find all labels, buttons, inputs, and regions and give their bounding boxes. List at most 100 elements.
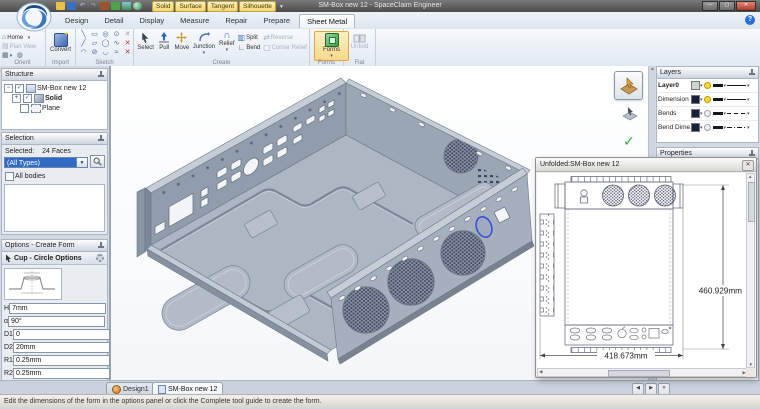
tab-design[interactable]: Design: [58, 14, 95, 28]
checkbox-unchecked[interactable]: [5, 172, 14, 181]
layer-row-bends[interactable]: Bends ▾ ▾ ▾: [657, 107, 758, 121]
corner-relief-button[interactable]: ▢Corner Relief: [263, 43, 307, 52]
curve-tool-icon[interactable]: ≈: [111, 48, 122, 57]
selection-panel-header[interactable]: Selection: [1, 132, 108, 145]
tool-guide-secondary[interactable]: [619, 104, 640, 122]
unfold-button[interactable]: Unfold: [346, 30, 373, 50]
all-bodies-option[interactable]: All bodies: [4, 171, 105, 181]
unfolded-drawing-area[interactable]: 460.929mm 418.673mm ▲▼ ◀▶: [537, 173, 755, 377]
pin-icon[interactable]: [98, 135, 104, 142]
toggle-surface[interactable]: Surface: [175, 1, 205, 12]
relief-button[interactable]: ∩ Relief ▾: [217, 30, 236, 53]
chevron-down-icon[interactable]: ▾: [700, 83, 703, 89]
expand-icon[interactable]: +: [12, 94, 21, 103]
field-input-alpha[interactable]: [8, 316, 105, 327]
chevron-down-icon[interactable]: ▾: [724, 83, 727, 89]
chevron-down-icon[interactable]: ▾: [747, 97, 750, 103]
split-line-tool-icon[interactable]: ✕: [122, 39, 133, 48]
tab-prepare[interactable]: Prepare: [256, 14, 297, 28]
redo-icon[interactable]: ↷: [89, 2, 98, 10]
tool-guide-select-face[interactable]: [614, 71, 643, 100]
pin-icon[interactable]: [98, 242, 104, 249]
line-style[interactable]: [727, 113, 746, 114]
line-style[interactable]: [727, 127, 746, 128]
horizontal-scrollbar[interactable]: ◀▶: [537, 368, 748, 377]
scroll-thumb[interactable]: [748, 182, 755, 222]
tree-item-solid[interactable]: + ✓ Solid: [3, 93, 106, 103]
field-input-D2[interactable]: [13, 342, 110, 353]
spaceclaim-logo[interactable]: [15, 2, 53, 32]
checkbox-checked[interactable]: ✓: [23, 94, 32, 103]
tab-sheet-metal[interactable]: Sheet Metal: [299, 14, 355, 28]
save-icon[interactable]: [67, 2, 76, 10]
ellipse-tool-icon[interactable]: ◯: [100, 39, 111, 48]
scroll-thumb[interactable]: [608, 370, 670, 377]
reverse-button[interactable]: ⇄Reverse: [263, 33, 307, 42]
globe-icon[interactable]: ◍: [17, 52, 23, 59]
bend-button[interactable]: ∟Bend: [238, 43, 263, 52]
pin-icon[interactable]: [98, 71, 104, 78]
line-style[interactable]: [727, 85, 746, 86]
layer-color-swatch[interactable]: [691, 81, 700, 90]
layer-color-swatch[interactable]: [691, 95, 700, 104]
convert-button[interactable]: + Convert: [48, 30, 73, 53]
chevron-down-icon[interactable]: ▼: [279, 4, 284, 10]
vertical-scrollbar[interactable]: ▲▼: [746, 173, 755, 368]
close-button[interactable]: ✕: [736, 1, 756, 11]
open-icon[interactable]: [56, 2, 65, 10]
chevron-down-icon[interactable]: ▾: [724, 97, 727, 103]
line-style[interactable]: [727, 99, 746, 100]
image-icon[interactable]: [122, 2, 131, 10]
field-input-R1[interactable]: [13, 355, 110, 366]
maximize-button[interactable]: ▢: [719, 1, 735, 11]
chevron-down-icon[interactable]: ▾: [700, 111, 703, 117]
spline-tool-icon[interactable]: ∿: [111, 39, 122, 48]
minimize-button[interactable]: —: [702, 1, 718, 11]
tab-detail[interactable]: Detail: [97, 14, 130, 28]
layers-panel-header[interactable]: Layers: [656, 66, 759, 79]
layer-color-swatch[interactable]: [691, 109, 700, 118]
unfolded-window-titlebar[interactable]: Unfolded:SM-Box new 12 ✕: [536, 158, 756, 172]
line-weight[interactable]: [713, 84, 723, 87]
field-input-H[interactable]: [9, 303, 106, 314]
visibility-bulb-icon[interactable]: [704, 82, 711, 89]
center-circle-tool-icon[interactable]: ⊙: [111, 30, 122, 39]
pin-icon[interactable]: [749, 69, 755, 76]
visibility-bulb-icon[interactable]: [704, 96, 711, 103]
style-icon[interactable]: [111, 2, 120, 10]
tab-repair[interactable]: Repair: [218, 14, 254, 28]
line-tool-icon[interactable]: ╲: [78, 30, 89, 39]
toggle-tangent[interactable]: Tangent: [207, 1, 238, 12]
sweep-arc-tool-icon[interactable]: ◡: [100, 48, 111, 57]
split-button[interactable]: ▥Split: [238, 33, 263, 42]
slot-tool-icon[interactable]: ⊘: [89, 48, 100, 57]
circle-tool-icon[interactable]: ◎: [100, 30, 111, 39]
line-weight[interactable]: [713, 126, 723, 129]
chevron-down-icon[interactable]: ▾: [700, 97, 703, 103]
checkbox-unchecked[interactable]: [20, 104, 29, 113]
chevron-down-icon[interactable]: ▾: [747, 111, 750, 117]
select-button[interactable]: Select: [136, 30, 155, 51]
trim-tool-icon[interactable]: ✕: [122, 30, 133, 39]
tree-item-plane[interactable]: Plane: [3, 103, 106, 113]
chevron-down-icon[interactable]: ▾: [724, 111, 727, 117]
selection-list[interactable]: [4, 184, 105, 232]
junction-button[interactable]: Junction ▾: [192, 30, 217, 56]
pin-icon[interactable]: [749, 150, 755, 157]
construction-tool-icon[interactable]: ✕: [122, 48, 133, 57]
pull-button[interactable]: Pull: [156, 30, 172, 51]
undo-icon[interactable]: ↶: [78, 2, 87, 10]
visibility-bulb-icon[interactable]: [704, 110, 711, 117]
layer-color-swatch[interactable]: [691, 123, 700, 132]
options-panel-header[interactable]: Options - Create Form: [1, 239, 108, 252]
arc-tool-icon[interactable]: ◠: [78, 48, 89, 57]
layer-row-dimension[interactable]: Dimension ▾ ▾ ▾: [657, 93, 758, 107]
toggle-solid[interactable]: Solid: [152, 1, 174, 12]
tab-display[interactable]: Display: [133, 14, 172, 28]
selection-filter-dropdown[interactable]: (All Types) ▼: [4, 157, 88, 168]
chevron-down-icon[interactable]: ▾: [747, 83, 750, 89]
checkbox-checked[interactable]: ✓: [15, 84, 24, 93]
visibility-bulb-icon[interactable]: [704, 124, 711, 131]
rectangle-tool-icon[interactable]: ▭: [89, 30, 100, 39]
collapse-icon[interactable]: −: [4, 84, 13, 93]
